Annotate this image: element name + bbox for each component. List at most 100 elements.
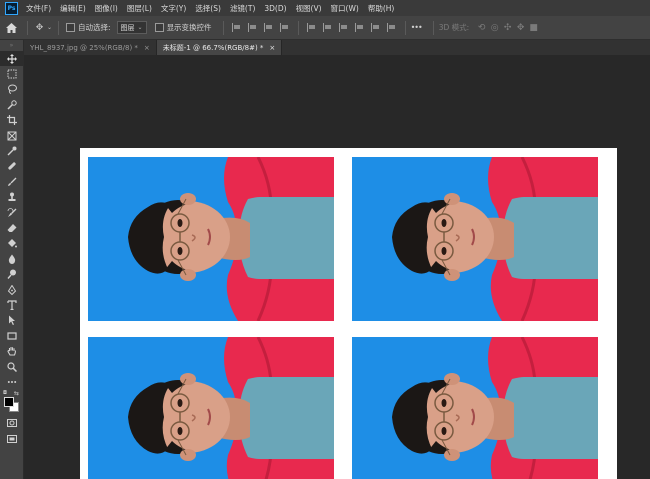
hand-tool[interactable] (0, 343, 23, 358)
document-canvas[interactable] (80, 148, 617, 479)
menu-window[interactable]: 窗口(W) (331, 3, 359, 14)
show-transform-checkbox[interactable] (154, 23, 164, 32)
clone-stamp-tool[interactable] (0, 190, 23, 205)
id-photo (352, 157, 598, 321)
home-button[interactable] (0, 18, 22, 38)
drop-icon (8, 254, 15, 264)
frame-tool[interactable] (0, 128, 23, 143)
move-tool-preset-icon[interactable]: ✥ (33, 21, 46, 35)
menu-filter[interactable]: 滤镜(T) (230, 3, 255, 14)
type-icon (6, 300, 17, 310)
3d-roll-icon[interactable]: ◎ (488, 21, 501, 35)
menu-layer[interactable]: 图层(L) (127, 3, 152, 14)
more-tools[interactable] (0, 374, 23, 389)
id-photo (352, 337, 598, 479)
home-icon (5, 22, 17, 33)
divider (404, 20, 406, 35)
distribute-bottom-icon[interactable] (338, 23, 349, 32)
zoom-tool[interactable] (0, 359, 23, 374)
screen-mode-button[interactable] (0, 431, 23, 446)
distribute-vertical-center-icon[interactable] (322, 23, 333, 32)
document-tab-bar: YHL_8937.jpg @ 25%(RGB/8) * × 未标题-1 @ 66… (24, 40, 650, 55)
pen-tool[interactable] (0, 282, 23, 297)
show-transform-label: 显示变换控件 (166, 23, 212, 32)
move-icon (6, 53, 17, 64)
dodge-tool[interactable] (0, 266, 23, 281)
menu-help[interactable]: 帮助(H) (368, 3, 395, 14)
3d-slide-icon[interactable]: ✥ (514, 21, 527, 35)
eyedropper-icon (7, 146, 16, 156)
menu-file[interactable]: 文件(F) (26, 3, 51, 14)
eraser-tool[interactable] (0, 220, 23, 235)
stamp-icon (8, 192, 15, 202)
toolbar-collapse-icon[interactable]: » (0, 40, 23, 51)
pen-icon (7, 284, 16, 295)
tab-label: YHL_8937.jpg @ 25%(RGB/8) * (30, 43, 138, 52)
eyedropper-tool[interactable] (0, 143, 23, 158)
distribute-horizontal-center-icon[interactable] (370, 23, 381, 32)
distribute-left-icon[interactable] (354, 23, 365, 32)
brush-icon (7, 177, 16, 186)
gradient-tool[interactable] (0, 236, 23, 251)
menu-view[interactable]: 视图(V) (296, 3, 322, 14)
move-tool[interactable] (0, 51, 23, 67)
type-tool[interactable] (0, 297, 23, 312)
quick-select-tool[interactable] (0, 97, 23, 112)
foreground-color-swatch[interactable] (4, 396, 14, 407)
tool-bar: » ◘ ⇆ (0, 40, 24, 479)
align-right-icon[interactable] (263, 23, 274, 32)
lasso-icon (7, 84, 17, 95)
quick-mask-button[interactable] (0, 416, 23, 431)
history-brush-tool[interactable] (0, 205, 23, 220)
distribute-right-icon[interactable] (386, 23, 397, 32)
healing-brush-tool[interactable] (0, 159, 23, 174)
photoshop-logo[interactable]: Ps (5, 1, 18, 15)
3d-mode-label: 3D 模式: (438, 23, 470, 32)
align-horizontal-center-icon[interactable] (247, 23, 258, 32)
3d-orbit-icon[interactable]: ⟲ (475, 21, 488, 35)
align-middle-icon[interactable] (279, 23, 290, 32)
close-icon[interactable]: × (269, 44, 275, 52)
rectangle-tool[interactable] (0, 328, 23, 343)
paint-bucket-icon (7, 239, 17, 248)
divider (297, 20, 299, 35)
canvas-workspace[interactable] (24, 55, 650, 479)
hand-icon (6, 347, 16, 356)
tab-document-2[interactable]: 未标题-1 @ 66.7%(RGB/8#) * × (156, 40, 283, 55)
divider (27, 20, 28, 35)
marquee-tool[interactable] (0, 66, 23, 81)
quick-select-icon (6, 100, 17, 110)
brush-tool[interactable] (0, 174, 23, 189)
divider (432, 20, 434, 35)
path-select-tool[interactable] (0, 313, 23, 328)
default-colors-icon[interactable]: ◘ (3, 390, 7, 396)
menu-edit[interactable]: 编辑(E) (60, 3, 86, 14)
menu-type[interactable]: 文字(Y) (161, 3, 186, 14)
auto-select-target-select[interactable]: 图层 ⌄ (116, 21, 147, 34)
lasso-tool[interactable] (0, 82, 23, 97)
menu-select[interactable]: 选择(S) (195, 3, 221, 14)
auto-select-target-value: 图层 (120, 23, 135, 32)
menu-image[interactable]: 图像(I) (95, 3, 118, 14)
align-left-icon[interactable] (231, 23, 242, 32)
bandage-icon (7, 162, 16, 171)
magnifier-icon (6, 361, 17, 372)
blur-tool[interactable] (0, 251, 23, 266)
history-brush-icon (7, 207, 16, 217)
more-options-button[interactable]: ••• (411, 23, 423, 32)
3d-scale-icon[interactable]: ■ (527, 21, 540, 35)
swap-colors-icon[interactable]: ⇆ (14, 390, 19, 397)
tab-document-1[interactable]: YHL_8937.jpg @ 25%(RGB/8) * × (24, 40, 157, 55)
3d-pan-icon[interactable]: ✣ (501, 21, 514, 35)
auto-select-checkbox[interactable] (66, 23, 75, 32)
ellipsis-icon (7, 380, 16, 383)
chevron-down-icon[interactable]: ⌄ (46, 21, 53, 35)
marquee-icon (7, 69, 16, 79)
distribute-top-icon[interactable] (306, 23, 317, 32)
divider (58, 20, 59, 35)
crop-tool[interactable] (0, 113, 23, 128)
menu-bar: Ps 文件(F) 编辑(E) 图像(I) 图层(L) 文字(Y) 选择(S) 滤… (0, 0, 650, 16)
close-icon[interactable]: × (144, 44, 150, 52)
screen-mode-icon (6, 434, 17, 443)
menu-3d[interactable]: 3D(D) (264, 4, 286, 13)
